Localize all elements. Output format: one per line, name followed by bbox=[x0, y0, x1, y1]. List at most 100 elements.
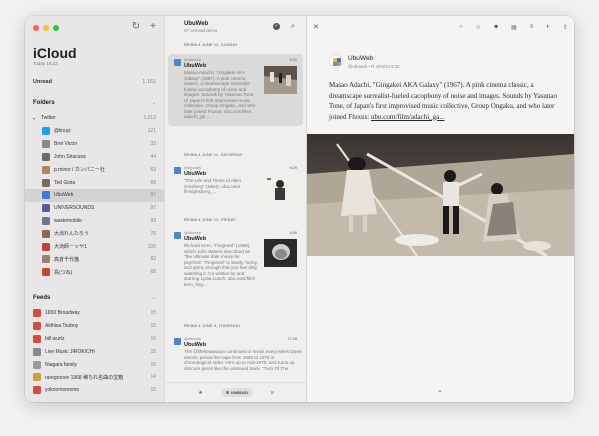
sidebar-item-feed[interactable]: Bret Victor 32 bbox=[25, 138, 164, 151]
reader-view-icon[interactable]: ▤ bbox=[511, 24, 517, 31]
feed-label: Bret Victor bbox=[54, 141, 78, 148]
feed-icon bbox=[33, 334, 41, 343]
mark-all-read-icon[interactable]: ✓ bbox=[273, 23, 280, 30]
feed-icon bbox=[33, 347, 41, 356]
sidebar-item-feed[interactable]: Niagara family 15 bbox=[25, 358, 164, 371]
feed-count: 15 bbox=[150, 310, 156, 317]
sidebar-item-feed[interactable]: Ted Gioia 69 bbox=[25, 176, 164, 189]
unread-filter-button[interactable]: UNREAD bbox=[220, 388, 253, 397]
sidebar-item-feed[interactable]: 大滝師ーッヤ1 100 bbox=[25, 240, 164, 253]
feed-icon bbox=[42, 140, 50, 149]
feed-icon bbox=[33, 322, 41, 331]
tag-icon[interactable]: ⬥ bbox=[494, 24, 498, 31]
feed-label: bill wurtz bbox=[45, 335, 65, 342]
unread-row[interactable]: Unread 1,161 bbox=[33, 79, 156, 85]
feed-label: wastemobile bbox=[54, 217, 82, 224]
feed-label: John Siracusa bbox=[54, 153, 86, 160]
sidebar-item-feed[interactable]: Live Music JIROKICHI 15 bbox=[25, 345, 164, 358]
feed-icon bbox=[42, 178, 50, 187]
sidebar-item-feed[interactable]: UNIVERSOUNDS 97 bbox=[25, 202, 164, 215]
star-filter-icon[interactable]: ★ bbox=[198, 390, 202, 396]
unread-dot-icon bbox=[225, 391, 229, 394]
refresh-icon[interactable]: ↻ bbox=[132, 21, 140, 32]
feed-count: 15 bbox=[150, 335, 156, 342]
feed-title: UbuWeb bbox=[184, 21, 209, 27]
article-card-selected[interactable]: @ubuweb 6:32 UbuWeb Masao Adachi, "Ginga… bbox=[168, 54, 303, 126]
article-time: 8:29 bbox=[289, 166, 297, 170]
close-window-button[interactable] bbox=[33, 25, 39, 31]
feed-icon bbox=[42, 268, 50, 277]
sidebar-item-feed[interactable]: yokoomomemo 15 bbox=[25, 384, 164, 397]
chevron-down-icon[interactable]: ⌄ bbox=[152, 100, 156, 106]
sidebar-item-feed[interactable]: 大滝れんたろう 76 bbox=[25, 227, 164, 240]
feed-count: 97 bbox=[150, 192, 156, 199]
account-subtitle: Today 19:22 bbox=[33, 61, 58, 66]
feed-icon bbox=[174, 167, 181, 174]
day-header: REIWA 4 JUNE 10, FRIDAY bbox=[184, 218, 236, 222]
feed-label: 鳥(つね) bbox=[54, 269, 73, 276]
article-time: 17:28 bbox=[287, 337, 297, 341]
audio-icon[interactable]: ◐ bbox=[546, 24, 550, 30]
zoom-window-button[interactable] bbox=[53, 25, 59, 31]
sidebar-item-feed[interactable]: @linuyi 121 bbox=[25, 125, 164, 138]
feed-icon bbox=[42, 216, 50, 225]
feed-icon bbox=[42, 191, 50, 200]
folder-twitter[interactable]: ▾ Twitter 1,013 bbox=[33, 112, 156, 124]
minimize-window-button[interactable] bbox=[43, 25, 49, 31]
article-thumbnail bbox=[264, 239, 297, 267]
feed-label: UNIVERSOUNDS bbox=[54, 205, 95, 212]
sidebar-item-feed[interactable]: wastemobile 93 bbox=[25, 215, 164, 228]
feed-icon bbox=[42, 255, 50, 264]
feed-count: 121 bbox=[147, 128, 156, 135]
article-link[interactable]: ubu.com/film/adachi_ga... bbox=[371, 113, 444, 121]
article-thumbnail bbox=[264, 174, 297, 202]
folder-count: 1,013 bbox=[143, 115, 156, 121]
article-handle: @ubuweb bbox=[184, 58, 202, 62]
close-icon[interactable]: ✕ bbox=[313, 23, 319, 31]
sidebar-item-feed[interactable]: bill wurtz 15 bbox=[25, 333, 164, 346]
app-window: ↻ + iCloud Today 19:22 Unread 1,161 Fold… bbox=[25, 16, 574, 402]
article-card[interactable]: @ubuweb 17:28 UbuWeb The @lifeheatwarpo … bbox=[168, 333, 303, 381]
add-icon[interactable]: + bbox=[150, 21, 156, 32]
feed-icon bbox=[42, 229, 50, 238]
article-handle: @ubuweb bbox=[184, 337, 202, 341]
article-card[interactable]: @ubuweb 8:29 UbuWeb "The Life and Times … bbox=[168, 162, 303, 212]
sidebar: ↻ + iCloud Today 19:22 Unread 1,161 Fold… bbox=[25, 16, 165, 402]
sidebar-item-feed[interactable]: 1650 Broadway 15 bbox=[25, 307, 164, 320]
article-card[interactable]: @ubuweb 6:58 UbuWeb Richard Kern, "Finge… bbox=[168, 227, 303, 317]
mark-unread-icon[interactable]: ○ bbox=[459, 24, 463, 30]
disclosure-icon[interactable]: ▾ bbox=[33, 116, 41, 121]
sidebar-item-feed[interactable]: raregroove 1968 稀ちれ名曲の宝箱 14 bbox=[25, 371, 164, 384]
feed-count: 63 bbox=[150, 166, 156, 173]
sidebar-item-feed[interactable]: 鳥(つね) 68 bbox=[25, 266, 164, 279]
article-summary: Masao Adachi, "Gingakei AKA Galaxy" (196… bbox=[184, 70, 256, 119]
star-icon[interactable]: ☆ bbox=[476, 24, 481, 31]
article-title: UbuWeb bbox=[184, 171, 207, 177]
chevron-down-icon[interactable]: ⌄ bbox=[437, 386, 443, 394]
reader-pane: ✕ ○ ☆ ⬥ ▤ ≡ ◐ ⇪ UbuWeb @ubuweb • R 4/06/… bbox=[307, 16, 574, 402]
search-icon[interactable]: ⌕ bbox=[291, 23, 298, 30]
feed-name[interactable]: UbuWeb bbox=[348, 55, 373, 62]
feed-icon bbox=[174, 232, 181, 239]
folders-header[interactable]: Folders ⌄ bbox=[33, 100, 156, 106]
sidebar-item-feed[interactable]: p.minor / カンパニー社 63 bbox=[25, 163, 164, 176]
feed-count: 68 bbox=[150, 269, 156, 276]
feeds-header[interactable]: Feeds ⌄ bbox=[33, 295, 156, 301]
article-thumbnail bbox=[264, 66, 297, 94]
feed-label: 大滝師ーッヤ1 bbox=[54, 244, 87, 251]
share-icon[interactable]: ⇪ bbox=[563, 24, 568, 31]
sidebar-item-feed[interactable]: Akihisa Tsuboy 15 bbox=[25, 320, 164, 333]
chevron-down-icon[interactable]: ⌄ bbox=[152, 295, 156, 301]
author-line: @ubuweb • R 4/06/12 6:32 bbox=[348, 64, 400, 69]
filter-icon[interactable]: ≡ bbox=[271, 390, 274, 396]
feed-count: 32 bbox=[150, 141, 156, 148]
sidebar-item-feed-selected[interactable]: UbuWeb 97 bbox=[25, 188, 164, 202]
sidebar-item-feed[interactable]: John Siracusa 44 bbox=[25, 151, 164, 164]
feed-count: 44 bbox=[150, 153, 156, 160]
article-summary: The @lifeheatwarpo continues to revisit … bbox=[184, 349, 302, 371]
article-handle: @ubuweb bbox=[184, 231, 202, 235]
sidebar-item-feed[interactable]: 高倉千代猫 82 bbox=[25, 253, 164, 266]
text-options-icon[interactable]: ≡ bbox=[530, 24, 534, 30]
article-list-footer: ★ UNREAD ≡ bbox=[166, 382, 306, 402]
article-handle: @ubuweb bbox=[184, 166, 202, 170]
